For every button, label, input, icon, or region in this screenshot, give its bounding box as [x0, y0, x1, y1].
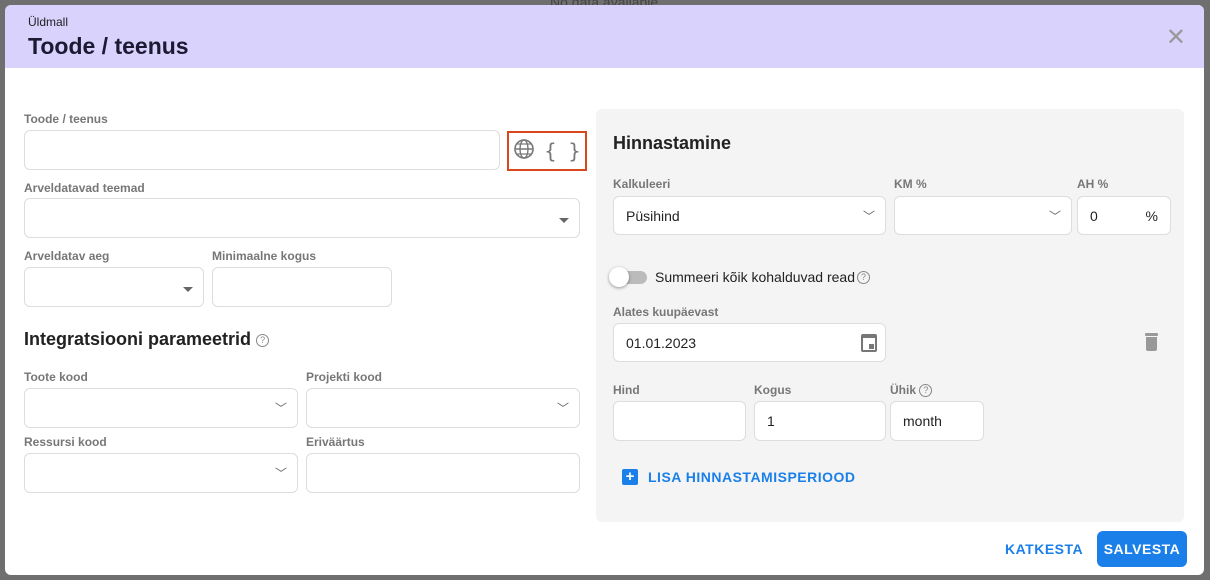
qty-input[interactable]: 1 — [754, 401, 886, 441]
pricing-panel: Hinnastamine Kalkuleeri Püsihind ﹀ KM % ﹀… — [596, 109, 1184, 522]
plus-icon: + — [622, 469, 638, 485]
calendar-icon[interactable] — [861, 334, 877, 352]
calc-label: Kalkuleeri — [613, 177, 671, 191]
custom-value-label: Eriväärtus — [306, 435, 365, 449]
custom-value-input[interactable] — [306, 453, 580, 493]
dropdown-arrow-icon — [559, 218, 569, 223]
calc-value: Püsihind — [626, 207, 680, 224]
chevron-down-icon: ﹀ — [862, 209, 875, 223]
project-code-select[interactable]: ﹀ — [306, 388, 580, 428]
help-icon[interactable]: ? — [919, 384, 933, 398]
chevron-down-icon: ﹀ — [274, 466, 287, 481]
add-period-button[interactable]: + LISA HINNASTAMISPERIOOD — [622, 469, 856, 485]
sum-toggle[interactable] — [609, 267, 647, 287]
dialog-header: Üldmall Toode / teenus ✕ — [5, 5, 1204, 68]
globe-icon[interactable] — [513, 138, 535, 165]
icon-group: { } — [507, 131, 587, 171]
discount-value: 0 — [1090, 207, 1098, 224]
unit-input[interactable]: month — [890, 401, 984, 441]
pricing-title: Hinnastamine — [613, 133, 732, 153]
product-code-select[interactable]: ﹀ — [24, 388, 298, 428]
chevron-down-icon: ﹀ — [274, 401, 287, 416]
sum-toggle-label: Summeeri kõik kohalduvad read — [655, 269, 855, 285]
percent-suffix: % — [1145, 207, 1158, 224]
resource-code-select[interactable]: ﹀ — [24, 453, 298, 493]
discount-input[interactable]: 0% — [1077, 196, 1171, 235]
dropdown-arrow-icon — [183, 287, 193, 292]
save-button[interactable]: SALVESTA — [1097, 531, 1187, 567]
billable-time-select[interactable] — [24, 267, 204, 307]
product-code-label: Toote kood — [24, 370, 88, 384]
min-qty-label: Minimaalne kogus — [212, 249, 317, 263]
product-input[interactable] — [24, 130, 500, 170]
resource-code-label: Ressursi kood — [24, 435, 107, 449]
min-qty-input[interactable] — [212, 267, 392, 307]
billable-time-label: Arveldatav aeg — [24, 249, 110, 263]
discount-label: AH % — [1077, 177, 1109, 191]
help-icon[interactable]: ? — [256, 333, 270, 347]
project-code-label: Projekti kood — [306, 370, 383, 384]
cancel-button[interactable]: KATKESTA — [1005, 541, 1083, 557]
from-date-input[interactable]: 01.01.2023 — [613, 323, 886, 362]
dialog-title: Toode / teenus — [28, 33, 189, 59]
price-input[interactable] — [613, 401, 746, 441]
integration-title: Integratsiooni parameetrid — [24, 329, 252, 349]
chevron-down-icon: ﹀ — [1048, 209, 1061, 223]
billable-topics-label: Arveldatavad teemad — [24, 181, 145, 195]
billable-topics-select[interactable] — [24, 198, 580, 238]
calc-select[interactable]: Püsihind ﹀ — [613, 196, 886, 235]
qty-label: Kogus — [754, 383, 792, 397]
from-date-value: 01.01.2023 — [626, 334, 697, 351]
delete-icon[interactable] — [1145, 333, 1158, 351]
from-date-label: Alates kuupäevast — [613, 305, 719, 319]
add-period-label: LISA HINNASTAMISPERIOOD — [648, 469, 856, 485]
price-label: Hind — [613, 383, 640, 397]
vat-label: KM % — [894, 177, 927, 191]
product-dialog: Üldmall Toode / teenus ✕ Toode / teenus … — [5, 5, 1204, 575]
help-icon[interactable]: ? — [857, 270, 870, 284]
code-braces-icon[interactable]: { } — [544, 139, 580, 163]
product-label: Toode / teenus — [24, 112, 108, 126]
vat-select[interactable]: ﹀ — [894, 196, 1072, 235]
dialog-subtitle: Üldmall — [28, 15, 69, 29]
close-icon[interactable]: ✕ — [1166, 23, 1186, 52]
unit-label: Ühik — [890, 383, 917, 397]
chevron-down-icon: ﹀ — [556, 401, 569, 416]
sum-toggle-row: Summeeri kõik kohalduvad read? — [609, 267, 870, 287]
